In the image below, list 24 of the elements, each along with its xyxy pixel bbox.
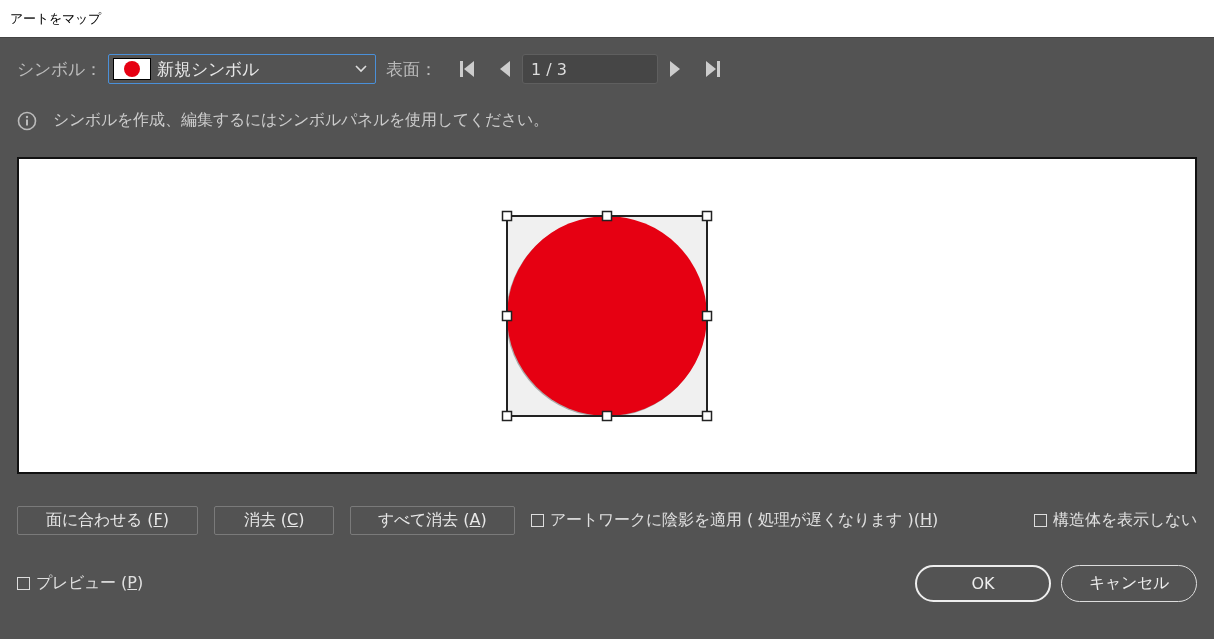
info-message: シンボルを作成、編集するにはシンボルパネルを使用してください。 — [53, 110, 549, 131]
symbol-label: シンボル： — [17, 57, 102, 81]
symbol-dropdown[interactable]: 新規シンボル — [108, 54, 376, 84]
checkbox-label: アートワークに陰影を適用 ( 処理が遅くなります )(H) — [550, 510, 939, 531]
first-page-icon[interactable] — [459, 60, 475, 78]
info-icon — [17, 110, 37, 131]
checkbox-label: 構造体を表示しない — [1053, 510, 1197, 531]
last-page-icon[interactable] — [705, 60, 721, 78]
flag-icon — [113, 58, 151, 80]
window-title: アートをマップ — [10, 9, 101, 28]
checkbox[interactable] — [1034, 514, 1047, 527]
ok-button[interactable]: OK — [915, 565, 1051, 602]
page-field[interactable]: 1 / 3 — [522, 54, 658, 84]
action-button[interactable]: すべて消去 (A) — [350, 506, 515, 535]
action-button[interactable]: 面に合わせる (F) — [17, 506, 198, 535]
next-page-icon[interactable] — [670, 60, 681, 78]
previous-page-icon[interactable] — [499, 60, 510, 78]
chevron-icon — [355, 65, 367, 73]
cancel-button[interactable]: キャンセル — [1061, 565, 1197, 602]
surface-label: 表面： — [386, 57, 437, 81]
checkbox[interactable] — [17, 577, 30, 590]
checkbox-label: プレビュー (P) — [36, 573, 144, 594]
action-button[interactable]: 消去 (C) — [214, 506, 334, 535]
checkbox[interactable] — [531, 514, 544, 527]
